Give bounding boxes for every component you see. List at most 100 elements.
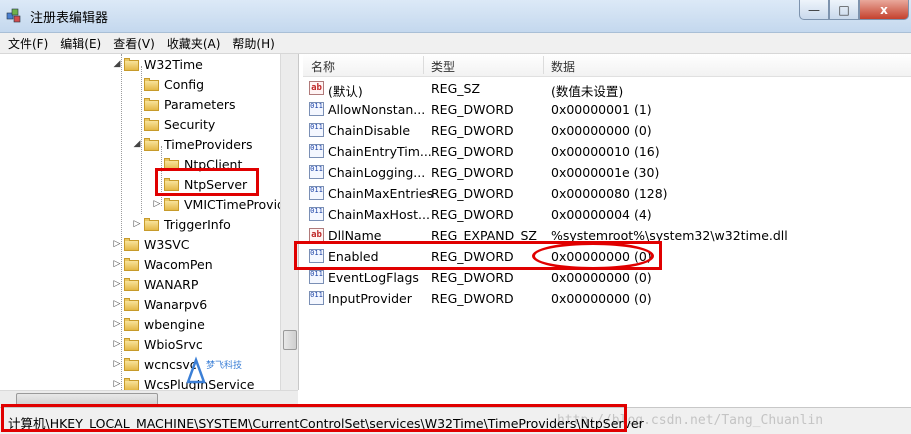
list-item[interactable]: 011 AllowNonstan... REG_DWORD 0x00000001… [303,99,911,120]
expand-arrow-icon[interactable]: ▷ [112,279,122,289]
value-data: 0x00000001 (1) [551,102,652,117]
folder-icon [124,257,139,271]
scrollbar-thumb[interactable] [283,330,297,350]
highlight-ntpserver [155,168,259,196]
tree-item-security[interactable]: Security [132,114,215,134]
tree-item-parameters[interactable]: Parameters [132,94,236,114]
list-item[interactable]: 011 ChainEntryTim... REG_DWORD 0x0000001… [303,141,911,162]
value-type: REG_DWORD [431,144,514,159]
folder-icon [124,337,139,351]
string-value-icon: ab [309,228,324,242]
folder-icon [144,97,159,111]
expand-arrow-icon[interactable]: ▷ [112,299,122,309]
list-item[interactable]: ab (默认) REG_SZ (数值未设置) [303,78,911,99]
expand-arrow-icon[interactable]: ▷ [112,319,122,329]
tree-item-label: TriggerInfo [164,216,231,232]
tree-item-w32time[interactable]: ◢ W32Time [112,54,203,74]
window-title: 注册表编辑器 [30,11,109,26]
tree-item-wcncsvc[interactable]: ▷ wcncsvc [112,354,197,374]
value-name: ChainMaxHost... [328,207,430,222]
tree-item-label: Parameters [164,96,236,112]
close-button[interactable]: x [859,0,909,20]
folder-icon [144,117,159,131]
expand-arrow-icon[interactable]: ▷ [152,199,162,209]
value-type: REG_DWORD [431,165,514,180]
value-name: ChainLogging... [328,165,426,180]
binary-value-icon: 011 [309,123,324,137]
value-name: AllowNonstan... [328,102,426,117]
menu-file[interactable]: 文件(F) [0,35,54,52]
column-divider[interactable] [543,56,544,74]
window-controls: — □ x [799,0,909,22]
binary-value-icon: 011 [309,207,324,221]
tree-item-w3svc[interactable]: ▷ W3SVC [112,234,190,254]
folder-icon [124,297,139,311]
expand-arrow-icon[interactable]: ◢ [132,139,142,149]
list-item[interactable]: 011 ChainMaxEntries REG_DWORD 0x00000080… [303,183,911,204]
tree-item-wacompen[interactable]: ▷ WacomPen [112,254,213,274]
value-data: 0x00000010 (16) [551,144,660,159]
binary-value-icon: 011 [309,102,324,116]
expand-arrow-icon[interactable]: ▷ [112,359,122,369]
tree-item-triggerinfo[interactable]: ▷ TriggerInfo [132,214,231,234]
tree-item-label: Security [164,116,216,132]
list-item[interactable]: 011 EventLogFlags REG_DWORD 0x00000000 (… [303,267,911,288]
binary-value-icon: 011 [309,270,324,284]
menu-edit[interactable]: 编辑(E) [54,35,107,52]
title-bar: 注册表编辑器 — □ x [0,0,911,33]
highlight-enabled-value [532,242,654,270]
folder-icon [164,197,179,211]
value-list[interactable]: 名称 类型 数据 ab (默认) REG_SZ (数值未设置) 011 Allo… [303,54,911,407]
binary-value-icon: 011 [309,144,324,158]
list-item[interactable]: 011 InputProvider REG_DWORD 0x00000000 (… [303,288,911,309]
value-type: REG_DWORD [431,207,514,222]
expand-arrow-icon[interactable]: ▷ [132,219,142,229]
menu-help[interactable]: 帮助(H) [226,35,280,52]
folder-icon [124,317,139,331]
column-header-data[interactable]: 数据 [551,58,575,75]
value-type: REG_DWORD [431,291,514,306]
list-item[interactable]: 011 ChainLogging... REG_DWORD 0x0000001e… [303,162,911,183]
value-name: ChainMaxEntries [328,186,434,201]
list-item[interactable]: 011 ChainDisable REG_DWORD 0x00000000 (0… [303,120,911,141]
expand-arrow-icon[interactable]: ▷ [112,259,122,269]
menu-favorites[interactable]: 收藏夹(A) [161,35,227,52]
tree-vertical-scrollbar[interactable] [280,54,298,390]
tree-item-timeproviders[interactable]: ◢ TimeProviders [132,134,253,154]
value-data: 0x0000001e (30) [551,165,660,180]
value-name: ChainEntryTim... [328,144,432,159]
expand-arrow-icon[interactable]: ▷ [112,379,122,389]
folder-icon [124,277,139,291]
expand-arrow-icon[interactable]: ◢ [112,59,122,69]
registry-tree[interactable]: ◢ W32Time Config Parameters Security ◢ T… [0,54,299,390]
menu-view[interactable]: 查看(V) [107,35,161,52]
folder-icon [144,77,159,91]
tree-item-config[interactable]: Config [132,74,204,94]
value-name: EventLogFlags [328,270,419,285]
tree-item-wbiosrvc[interactable]: ▷ WbioSrvc [112,334,203,354]
tree-item-wanarpv6[interactable]: ▷ Wanarpv6 [112,294,208,314]
tree-item-label: Config [164,76,205,92]
binary-value-icon: 011 [309,186,324,200]
regedit-icon [6,8,21,23]
value-type: REG_DWORD [431,102,514,117]
maximize-button[interactable]: □ [829,0,859,20]
value-data: 0x00000080 (128) [551,186,668,201]
highlight-status-path [1,404,627,432]
value-type: REG_DWORD [431,123,514,138]
folder-icon [144,137,159,151]
tree-item-vmictimeprovider[interactable]: ▷ VMICTimeProvider [152,194,298,214]
column-header-name[interactable]: 名称 [311,58,335,75]
list-item[interactable]: 011 ChainMaxHost... REG_DWORD 0x00000004… [303,204,911,225]
tree-item-wbengine[interactable]: ▷ wbengine [112,314,205,334]
column-header-type[interactable]: 类型 [431,58,455,75]
tree-item-wanarp[interactable]: ▷ WANARP [112,274,199,294]
minimize-button[interactable]: — [799,0,829,20]
expand-arrow-icon[interactable]: ▷ [112,339,122,349]
binary-value-icon: 011 [309,291,324,305]
expand-arrow-icon[interactable]: ▷ [112,239,122,249]
value-data: 0x00000000 (0) [551,270,652,285]
string-value-icon: ab [309,81,324,95]
column-divider[interactable] [423,56,424,74]
tree-item-label: wbengine [144,316,205,332]
